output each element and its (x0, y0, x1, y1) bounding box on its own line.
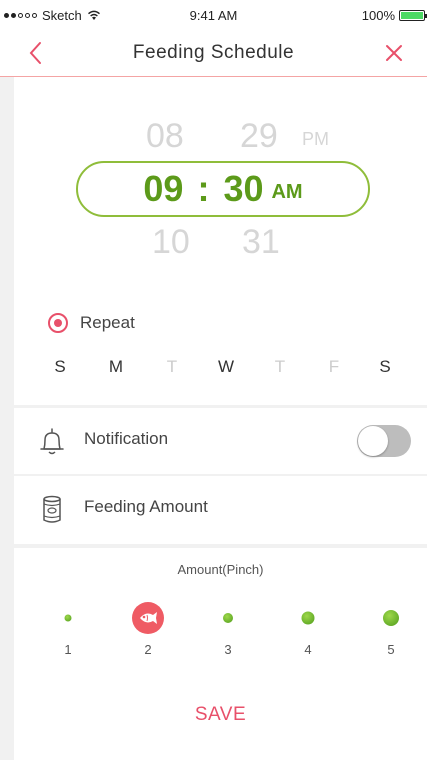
selected-ampm[interactable]: AM (271, 181, 302, 204)
repeat-option[interactable]: Repeat (48, 313, 135, 333)
day-friday[interactable]: F (319, 357, 349, 377)
time-separator: : (197, 168, 210, 209)
nav-bar: Feeding Schedule (0, 32, 427, 77)
notification-toggle[interactable] (357, 425, 411, 457)
amount-level-number: 2 (144, 642, 152, 657)
notification-label: Notification (84, 429, 169, 448)
amount-level-number: 3 (224, 642, 232, 657)
selected-time[interactable]: 09 : 30 AM (76, 161, 370, 217)
selected-hour[interactable]: 09 (143, 168, 183, 210)
repeat-radio[interactable] (48, 313, 68, 333)
picker-prev-ampm[interactable]: PM (302, 129, 329, 150)
close-button[interactable] (379, 38, 409, 68)
feeding-schedule-screen: Sketch 9:41 AM 100% Feeding Schedule 08 … (0, 0, 427, 760)
feeding-amount-label: Feeding Amount (84, 497, 208, 516)
status-bar: Sketch 9:41 AM 100% (0, 0, 427, 32)
day-wednesday[interactable]: W (211, 357, 241, 377)
status-right: 100% (361, 8, 427, 23)
day-sunday[interactable]: S (45, 357, 75, 377)
save-button[interactable]: SAVE (14, 704, 427, 726)
day-tuesday[interactable]: T (157, 357, 187, 377)
battery-percent: 100% (361, 8, 395, 23)
picker-prev-minute[interactable]: 29 (240, 117, 278, 156)
amount-levels: 1 2 3 4 5 (14, 600, 427, 680)
time-panel: 08 29 PM 09 : 30 AM 10 31 Repeat S M T W… (14, 77, 427, 405)
page-title: Feeding Schedule (132, 42, 295, 63)
amount-level-number: 4 (304, 642, 312, 657)
picker-prev-hour[interactable]: 08 (146, 117, 184, 156)
amount-dot (301, 611, 315, 625)
selected-minute[interactable]: 30 (223, 168, 263, 210)
notification-row: Notification (14, 408, 427, 474)
picker-next-hour[interactable]: 10 (152, 223, 190, 262)
toggle-knob (358, 426, 388, 456)
amount-dot (383, 610, 399, 626)
amount-level-number: 1 (64, 642, 72, 657)
picker-next-minute[interactable]: 31 (242, 223, 280, 262)
repeat-label: Repeat (80, 313, 135, 332)
day-monday[interactable]: M (101, 357, 131, 377)
amount-title: Amount(Pinch) (177, 562, 264, 577)
amount-dot (64, 614, 72, 622)
amount-dot (223, 613, 233, 623)
amount-level-number: 5 (387, 642, 395, 657)
fish-icon (132, 602, 164, 634)
amount-panel: Amount(Pinch) 1 2 3 4 5 SAVE (14, 548, 427, 760)
close-icon (386, 45, 402, 61)
weekday-selector: S M T W T F S (14, 357, 427, 381)
bell-icon (40, 428, 64, 455)
can-icon (43, 495, 61, 523)
feeding-amount-row[interactable]: Feeding Amount (14, 476, 427, 544)
day-thursday[interactable]: T (265, 357, 295, 377)
battery-icon (399, 10, 427, 21)
day-saturday[interactable]: S (370, 357, 400, 377)
